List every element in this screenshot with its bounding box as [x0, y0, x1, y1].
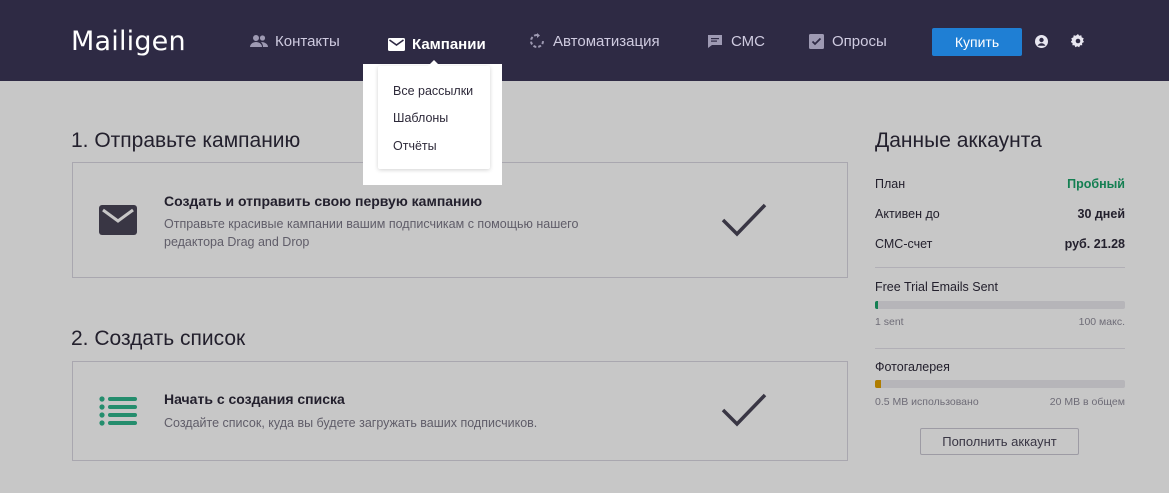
nav-item-label: Опросы [832, 32, 887, 50]
row-value: 30 дней [1077, 207, 1126, 221]
top-navbar: Mailigen Контакты Автоматизация СМС Опро… [0, 0, 1169, 81]
nav-item-label: СМС [731, 32, 765, 50]
nav-item-contacts[interactable]: Контакты [250, 24, 340, 58]
mailigen-logo[interactable]: Mailigen [71, 26, 186, 57]
nav-item-automation[interactable]: Автоматизация [528, 24, 660, 58]
buy-button[interactable]: Купить [932, 28, 1022, 56]
card-description: Отправьте красивые кампании вашим подпис… [164, 217, 579, 249]
create-list-card[interactable]: Начать с создания списка Создайте список… [72, 361, 848, 461]
survey-icon [807, 32, 825, 50]
account-row-sms-balance: СМС-счет руб. 21.28 [875, 237, 1125, 251]
envelope-icon [387, 35, 405, 53]
gallery-used: 0.5 MB использовано [875, 396, 979, 408]
user-icon[interactable] [1033, 33, 1049, 49]
emails-progress-bar [875, 301, 1125, 309]
emails-meter-label: Free Trial Emails Sent [875, 280, 998, 294]
envelope-icon [99, 205, 137, 240]
dropdown-item-templates[interactable]: Шаблоны [393, 111, 448, 125]
account-row-plan: План Пробный [875, 177, 1125, 191]
checkmark-icon [721, 393, 767, 432]
card-title: Начать с создания списка [164, 391, 345, 407]
emails-max: 100 макс. [1078, 316, 1125, 328]
gallery-progress-fill [875, 380, 882, 388]
list-icon [99, 396, 137, 431]
contacts-icon [250, 32, 268, 50]
checkmark-icon [721, 203, 767, 242]
nav-item-surveys[interactable]: Опросы [807, 24, 887, 58]
emails-progress-fill [875, 301, 878, 309]
row-value: Пробный [1067, 177, 1125, 191]
dropdown-item-reports[interactable]: Отчёты [393, 139, 437, 153]
sms-icon [706, 32, 724, 50]
step-title: 1. Отправьте кампанию [71, 129, 301, 152]
step-title: 2. Создать список [71, 327, 246, 350]
account-data-title: Данные аккаунта [875, 129, 1042, 152]
gallery-max: 20 MB в общем [1049, 396, 1125, 408]
gallery-meter-label: Фотогалерея [875, 360, 950, 374]
campaigns-dropdown-menu: Все рассылки Шаблоны Отчёты [378, 60, 490, 169]
dropdown-item-all-campaigns[interactable]: Все рассылки [393, 84, 473, 98]
gear-icon[interactable] [1070, 33, 1086, 49]
emails-meter-sub: 1 sent 100 макс. [875, 316, 1125, 328]
nav-item-campaigns[interactable]: Кампании [363, 24, 502, 64]
nav-item-label: Контакты [275, 32, 340, 50]
nav-item-label: Кампании [412, 35, 486, 53]
row-label: Активен до [875, 207, 940, 221]
gallery-meter-sub: 0.5 MB использовано 20 MB в общем [875, 396, 1125, 408]
row-label: СМС-счет [875, 237, 933, 251]
card-description: Создайте список, куда вы будете загружат… [164, 416, 538, 430]
automation-icon [528, 32, 546, 50]
divider [875, 348, 1125, 349]
gallery-progress-bar [875, 380, 1125, 388]
row-label: План [875, 177, 906, 191]
card-title: Создать и отправить свою первую кампанию [164, 193, 483, 209]
nav-item-label: Автоматизация [553, 32, 660, 50]
account-row-active-until: Активен до 30 дней [875, 207, 1125, 221]
divider [875, 267, 1125, 268]
dropdown-caret [428, 60, 440, 66]
nav-item-sms[interactable]: СМС [706, 24, 765, 58]
emails-used: 1 sent [875, 316, 904, 328]
row-value: руб. 21.28 [1064, 237, 1125, 251]
topup-account-button[interactable]: Пополнить аккаунт [920, 428, 1079, 455]
